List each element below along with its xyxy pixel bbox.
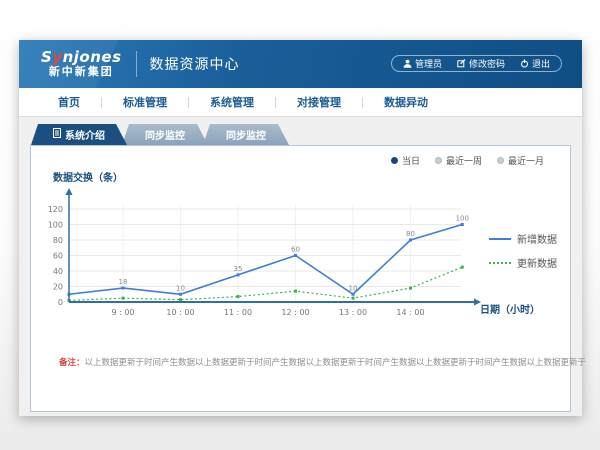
nav-item-home[interactable]: 首页 xyxy=(37,94,101,110)
app-window: Synjones 新中新集团 数据资源中心 管理员 修改密码 xyxy=(19,40,582,416)
edit-icon xyxy=(457,59,466,68)
svg-text:10: 10 xyxy=(349,284,358,292)
filter-last-week[interactable]: 最近一周 xyxy=(435,154,482,167)
svg-text:13 : 00: 13 : 00 xyxy=(339,308,367,317)
svg-text:60: 60 xyxy=(291,246,300,254)
tab-sync-monitor-2[interactable]: 同步监控 xyxy=(203,124,289,145)
svg-text:9 : 00: 9 : 00 xyxy=(111,308,134,317)
power-icon xyxy=(520,59,529,68)
user-menu-admin-label: 管理员 xyxy=(415,57,442,70)
legend-updated-data-label: 更新数据 xyxy=(517,255,557,270)
legend-updated-data: 更新数据 xyxy=(489,255,557,270)
nav-item-data-change[interactable]: 数据异动 xyxy=(363,94,449,110)
line-chart: 0 20 40 60 80 100 120 9 : 00 10 : 00 11 : 00 12 : … xyxy=(47,186,497,321)
svg-text:120: 120 xyxy=(48,205,63,214)
time-range-filters: 当日 最近一周 最近一月 xyxy=(391,154,544,167)
logo-accent: y xyxy=(52,48,62,66)
filter-last-month[interactable]: 最近一月 xyxy=(497,154,544,167)
user-menu-logout[interactable]: 退出 xyxy=(520,57,550,70)
document-icon xyxy=(53,128,61,141)
footnote-text: 以上数据更新于时间产生数据以上数据更新于时间产生数据以上数据更新于时间产生数据以… xyxy=(85,358,587,368)
user-menu-change-password[interactable]: 修改密码 xyxy=(457,57,505,70)
solid-line-icon xyxy=(489,238,511,240)
logo-en: Synjones xyxy=(41,50,122,66)
user-menu-logout-label: 退出 xyxy=(532,57,550,70)
x-axis-title: 日期（小时） xyxy=(480,301,540,316)
filter-today[interactable]: 当日 xyxy=(391,154,420,167)
chart-legend: 新增数据 更新数据 xyxy=(489,231,557,270)
legend-new-data-label: 新增数据 xyxy=(517,231,557,246)
app-header: Synjones 新中新集团 数据资源中心 管理员 修改密码 xyxy=(19,40,582,88)
tab-label: 同步监控 xyxy=(226,127,266,142)
footnote-label: 备注： xyxy=(59,358,85,368)
svg-text:11 : 00: 11 : 00 xyxy=(224,308,252,317)
main-nav: 首页 标准管理 系统管理 对接管理 数据异动 xyxy=(19,88,582,117)
user-menu-change-password-label: 修改密码 xyxy=(469,57,505,70)
logo-cn: 新中新集团 xyxy=(41,66,122,78)
svg-text:20: 20 xyxy=(53,283,63,292)
svg-text:10: 10 xyxy=(176,284,185,292)
tab-sync-monitor-1[interactable]: 同步监控 xyxy=(122,124,208,145)
footnote: 备注：以上数据更新于时间产生数据以上数据更新于时间产生数据以上数据更新于时间产生… xyxy=(59,356,586,368)
radio-unselected-icon xyxy=(497,157,504,164)
tab-label: 系统介绍 xyxy=(65,127,105,142)
chart-panel: 当日 最近一周 最近一月 数据交换（条） 0 20 40 60 80 100 120 9 : … xyxy=(30,145,571,412)
page-title: 数据资源中心 xyxy=(150,54,240,74)
company-logo: Synjones 新中新集团 xyxy=(41,50,122,77)
svg-text:80: 80 xyxy=(53,236,63,245)
y-axis-title: 数据交换（条） xyxy=(53,169,123,184)
tab-label: 同步监控 xyxy=(145,127,185,142)
svg-text:40: 40 xyxy=(53,267,63,276)
tab-system-intro[interactable]: 系统介绍 xyxy=(31,124,127,145)
radio-selected-icon xyxy=(391,157,398,164)
svg-text:35: 35 xyxy=(234,265,243,273)
header-divider xyxy=(136,51,137,77)
content-area: 系统介绍 同步监控 同步监控 当日 最近一周 xyxy=(19,117,582,416)
dotted-line-icon xyxy=(489,262,511,264)
svg-text:100: 100 xyxy=(48,221,63,230)
filter-last-month-label: 最近一月 xyxy=(508,154,544,167)
user-icon xyxy=(403,59,412,68)
svg-text:100: 100 xyxy=(456,215,469,223)
radio-unselected-icon xyxy=(435,157,442,164)
svg-text:12 : 00: 12 : 00 xyxy=(281,308,309,317)
filter-today-label: 当日 xyxy=(402,154,420,167)
filter-last-week-label: 最近一周 xyxy=(446,154,482,167)
svg-text:18: 18 xyxy=(119,278,128,286)
nav-item-standard-mgmt[interactable]: 标准管理 xyxy=(102,94,188,110)
tab-bar: 系统介绍 同步监控 同步监控 xyxy=(30,124,571,145)
user-menu: 管理员 修改密码 退出 xyxy=(391,55,562,72)
nav-item-connection-mgmt[interactable]: 对接管理 xyxy=(276,94,362,110)
svg-text:0: 0 xyxy=(58,298,63,307)
legend-new-data: 新增数据 xyxy=(489,231,557,246)
svg-text:80: 80 xyxy=(406,230,415,238)
svg-text:10 : 00: 10 : 00 xyxy=(166,308,194,317)
svg-text:60: 60 xyxy=(53,252,63,261)
svg-text:14 : 00: 14 : 00 xyxy=(396,308,424,317)
user-menu-admin[interactable]: 管理员 xyxy=(403,57,442,70)
nav-item-system-mgmt[interactable]: 系统管理 xyxy=(189,94,275,110)
page-background: Synjones 新中新集团 数据资源中心 管理员 修改密码 xyxy=(0,0,600,450)
